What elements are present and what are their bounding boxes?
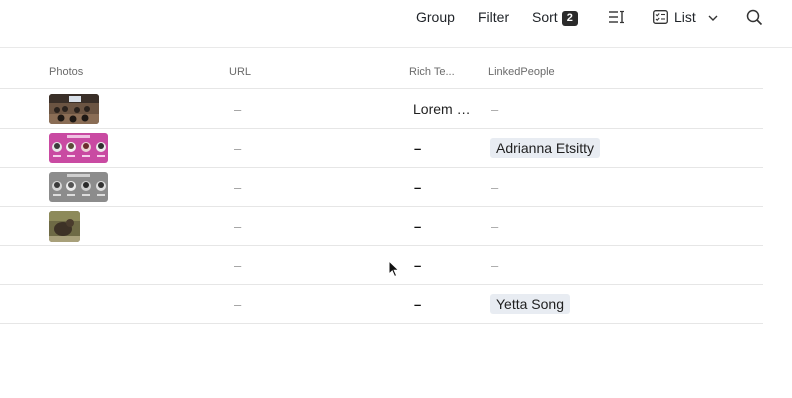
table-row[interactable]: – Lorem i... – xyxy=(0,90,763,129)
empty-value: – xyxy=(414,179,422,195)
view-switcher[interactable]: List xyxy=(653,9,718,25)
linked-people-cell[interactable]: Yetta Song xyxy=(488,285,748,323)
table-row[interactable]: – – – xyxy=(0,207,763,246)
linked-people-cell[interactable]: – xyxy=(488,168,748,206)
empty-value: – xyxy=(491,101,499,117)
url-cell[interactable]: – xyxy=(229,285,399,323)
photos-cell[interactable] xyxy=(49,129,219,167)
sort-count-badge: 2 xyxy=(561,11,578,26)
empty-value: – xyxy=(234,140,242,156)
url-cell[interactable]: – xyxy=(229,129,399,167)
column-header-linked-people[interactable]: LinkedPeople xyxy=(488,66,555,78)
empty-value: – xyxy=(414,257,422,273)
rich-text-cell[interactable]: – xyxy=(409,246,479,284)
photos-cell[interactable] xyxy=(49,168,219,206)
linked-people-cell[interactable]: Adrianna Etsitty xyxy=(488,129,748,167)
table-row[interactable]: – – Adrianna Etsitty xyxy=(0,129,763,168)
animal-photo[interactable] xyxy=(49,210,80,242)
url-cell[interactable]: – xyxy=(229,90,399,128)
photos-cell[interactable] xyxy=(49,246,219,284)
mouse-cursor-icon xyxy=(388,260,400,278)
empty-value: – xyxy=(491,257,499,273)
photos-cell[interactable] xyxy=(49,90,219,128)
url-cell[interactable]: – xyxy=(229,246,399,284)
column-header-photos[interactable]: Photos xyxy=(49,66,83,78)
rich-text-cell[interactable]: – xyxy=(409,129,479,167)
table-row[interactable]: – – Yetta Song xyxy=(0,285,763,324)
photos-cell[interactable] xyxy=(49,285,219,323)
column-header-rich-text[interactable]: Rich Te... xyxy=(409,66,469,78)
view-label: List xyxy=(674,9,696,25)
chevron-down-icon xyxy=(708,15,718,21)
rich-text-cell[interactable]: – xyxy=(409,285,479,323)
rich-text-value: Lorem i... xyxy=(413,101,471,117)
table-header: Photos URL Rich Te... LinkedPeople xyxy=(0,48,763,89)
empty-value: – xyxy=(491,218,499,234)
rich-text-cell[interactable]: – xyxy=(409,168,479,206)
person-chip[interactable]: Yetta Song xyxy=(490,294,570,314)
rich-text-cell[interactable]: – xyxy=(409,207,479,245)
list-view-icon xyxy=(653,10,668,24)
column-header-url[interactable]: URL xyxy=(229,66,251,78)
row-height-icon[interactable] xyxy=(608,10,625,24)
group-button[interactable]: Group xyxy=(416,9,455,25)
search-icon[interactable] xyxy=(746,9,763,26)
empty-value: – xyxy=(414,296,422,312)
empty-value: – xyxy=(491,179,499,195)
url-cell[interactable]: – xyxy=(229,207,399,245)
table-row[interactable]: – – – xyxy=(0,246,763,285)
empty-value: – xyxy=(414,218,422,234)
table-row[interactable]: – – – xyxy=(0,168,763,207)
url-cell[interactable]: – xyxy=(229,168,399,206)
toolbar: Group Filter Sort 2 List xyxy=(0,0,792,34)
empty-value: – xyxy=(234,218,242,234)
person-chip[interactable]: Adrianna Etsitty xyxy=(490,138,601,158)
gray-people-card[interactable] xyxy=(49,172,108,202)
rich-text-cell[interactable]: Lorem i... xyxy=(409,90,479,128)
conference-room-photo[interactable] xyxy=(49,94,99,124)
empty-value: – xyxy=(234,257,242,273)
sort-button[interactable]: Sort 2 xyxy=(532,9,578,26)
empty-value: – xyxy=(234,101,242,117)
filter-button[interactable]: Filter xyxy=(478,9,509,25)
linked-people-cell[interactable]: – xyxy=(488,207,748,245)
empty-value: – xyxy=(234,179,242,195)
linked-people-cell[interactable]: – xyxy=(488,90,748,128)
photos-cell[interactable] xyxy=(49,207,219,245)
pink-people-card[interactable] xyxy=(49,133,108,163)
sort-label: Sort xyxy=(532,9,558,25)
empty-value: – xyxy=(414,140,422,156)
empty-value: – xyxy=(234,296,242,312)
linked-people-cell[interactable]: – xyxy=(488,246,748,284)
